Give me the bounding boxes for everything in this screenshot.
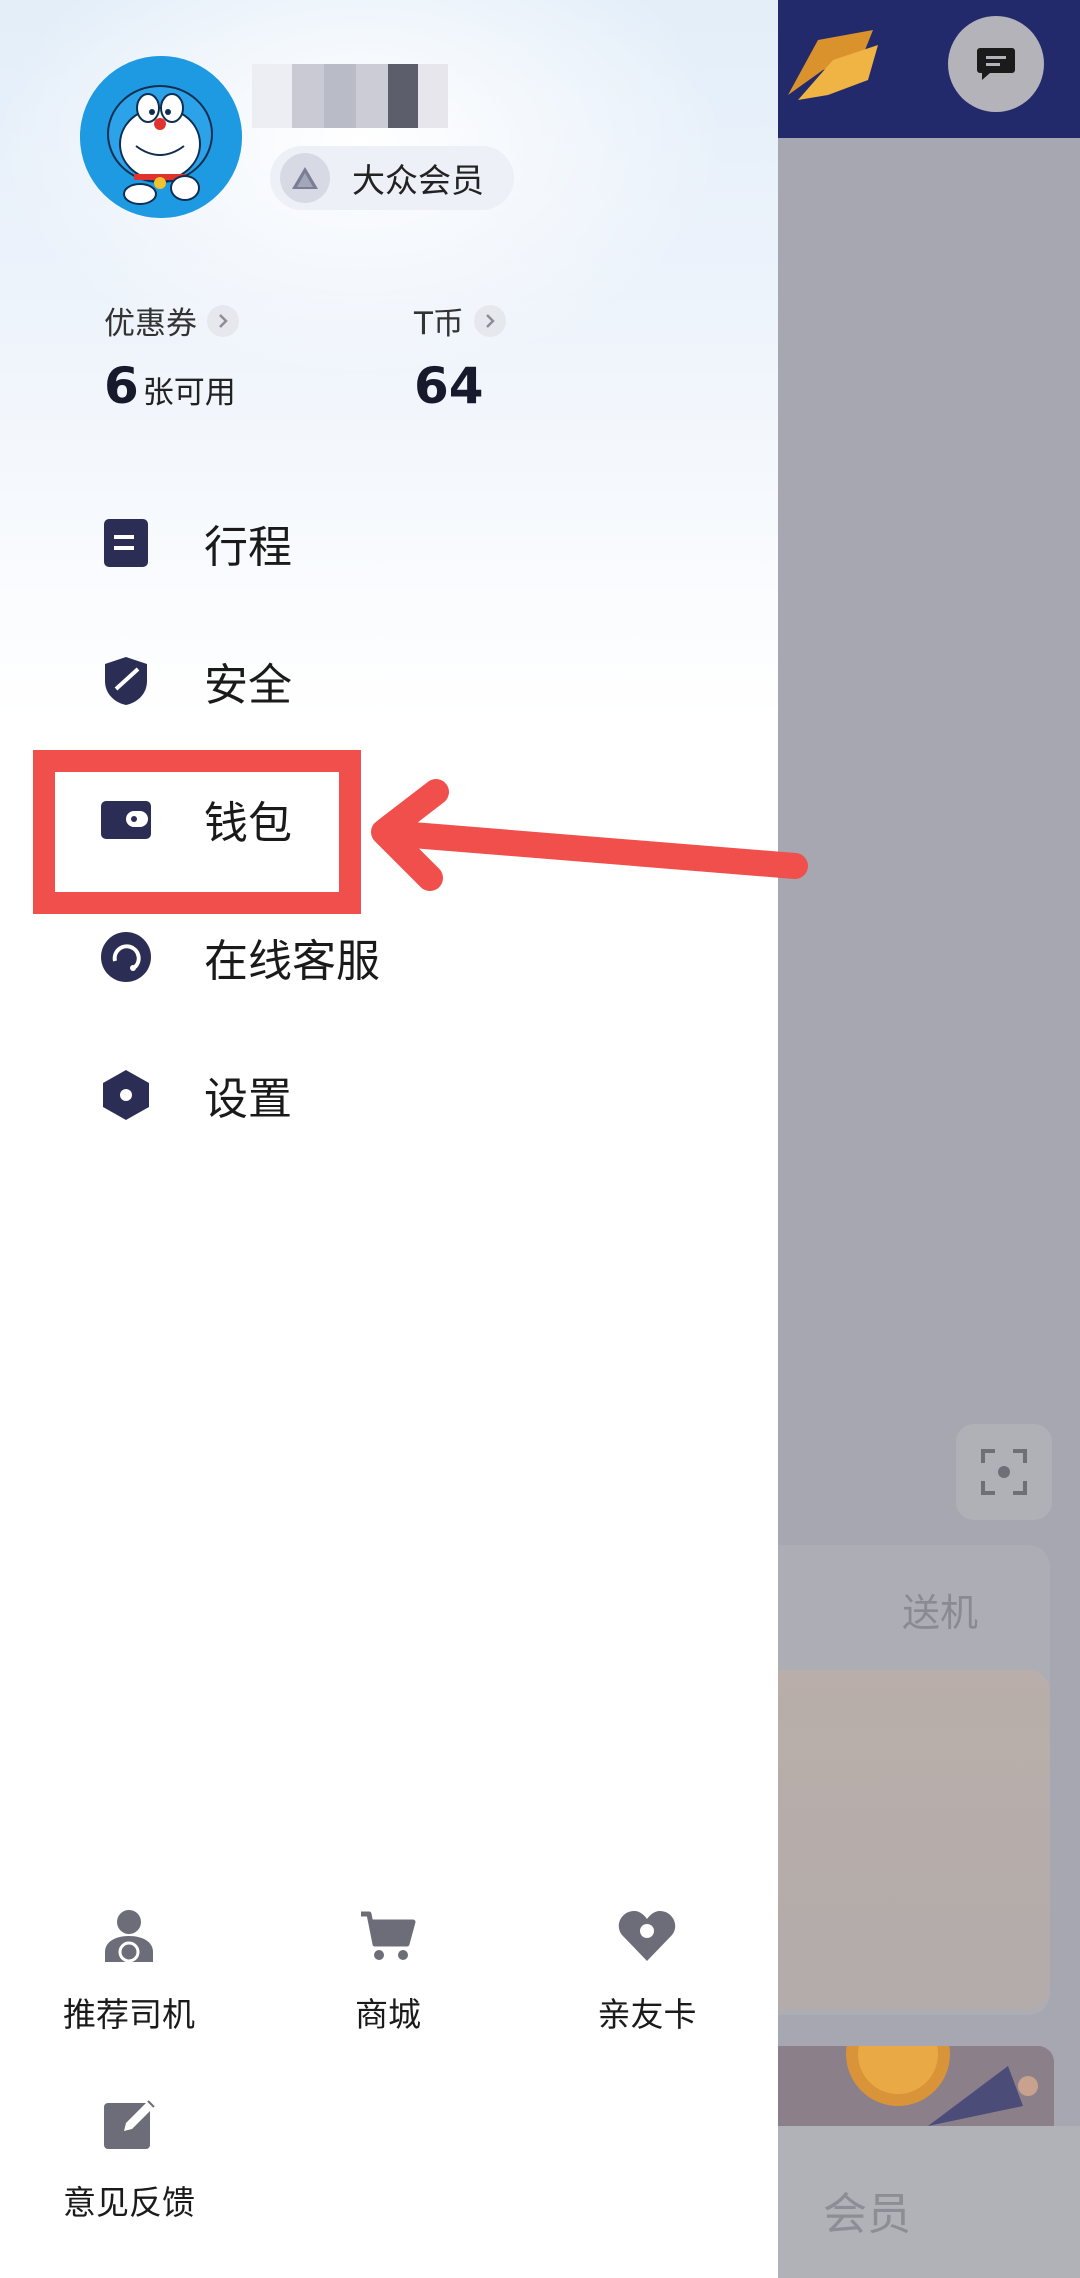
member-level-label: 大众会员: [352, 161, 484, 200]
shield-icon: [100, 655, 152, 707]
grid-item-label: 亲友卡: [597, 1995, 697, 2034]
scan-icon: [981, 1449, 1027, 1495]
scan-button[interactable]: [956, 1424, 1052, 1520]
grid-item-family-card[interactable]: 亲友卡: [537, 1906, 757, 2036]
coupons-stat[interactable]: 优惠券 6 张可用: [104, 298, 239, 415]
grid-item-mall[interactable]: 商城: [278, 1906, 498, 2036]
menu-item-itinerary[interactable]: 行程: [100, 508, 292, 578]
grid-item-label: 意见反馈: [63, 2183, 195, 2222]
banner-decoration-icon: [846, 2046, 1038, 2126]
edit-icon: [99, 2094, 159, 2154]
headset-icon: [100, 931, 152, 983]
tcoin-label: T币: [414, 306, 464, 342]
menu-item-customer-service[interactable]: 在线客服: [100, 922, 380, 992]
tcoin-stat[interactable]: T币 64: [414, 298, 506, 415]
menu-item-label: 行程: [204, 522, 292, 573]
menu-item-label: 设置: [204, 1074, 292, 1125]
book-decoration-icon: [788, 30, 878, 100]
chevron-right-icon: [473, 304, 506, 337]
message-button[interactable]: [948, 16, 1044, 112]
coupons-label: 优惠券: [104, 306, 197, 342]
doraemon-avatar-icon: [80, 56, 242, 218]
grid-item-label: 商城: [355, 1995, 421, 2034]
side-drawer: 大众会员 优惠券 6 张可用 T币 64 行程 安全 钱包 在线客服 设置 推荐…: [0, 0, 778, 2278]
menu-item-label: 安全: [204, 660, 292, 711]
tab-member[interactable]: 会员: [823, 2178, 911, 2242]
grid-item-feedback[interactable]: 意见反馈: [19, 2094, 239, 2224]
message-icon: [977, 48, 1015, 80]
chevron-right-icon: [207, 304, 239, 337]
username-blurred: [252, 64, 448, 128]
member-level-icon: [280, 153, 330, 203]
background-header: [778, 0, 1080, 138]
background-app: 送机 会员: [778, 0, 1080, 2278]
coupons-unit: 张可用: [142, 375, 236, 411]
driver-icon: [99, 1906, 159, 1966]
avatar[interactable]: [80, 56, 242, 218]
background-card-label: 送机: [902, 1591, 979, 1635]
wallet-highlight-box: [33, 750, 361, 914]
menu-item-label: 在线客服: [204, 936, 380, 987]
coupons-count: 6: [104, 357, 139, 415]
member-level-badge[interactable]: 大众会员: [270, 146, 514, 210]
cart-icon: [358, 1906, 418, 1966]
grid-item-label: 推荐司机: [63, 1995, 195, 2034]
menu-item-security[interactable]: 安全: [100, 646, 292, 716]
tcoin-value: 64: [414, 357, 484, 415]
gear-icon: [100, 1069, 152, 1121]
heart-icon: [617, 1906, 677, 1966]
grid-item-recommend-driver[interactable]: 推荐司机: [19, 1906, 239, 2036]
menu-item-settings[interactable]: 设置: [100, 1060, 292, 1130]
background-card-inner: [778, 1670, 1050, 2010]
itinerary-icon: [100, 517, 152, 569]
background-banner: [778, 2046, 1054, 2126]
